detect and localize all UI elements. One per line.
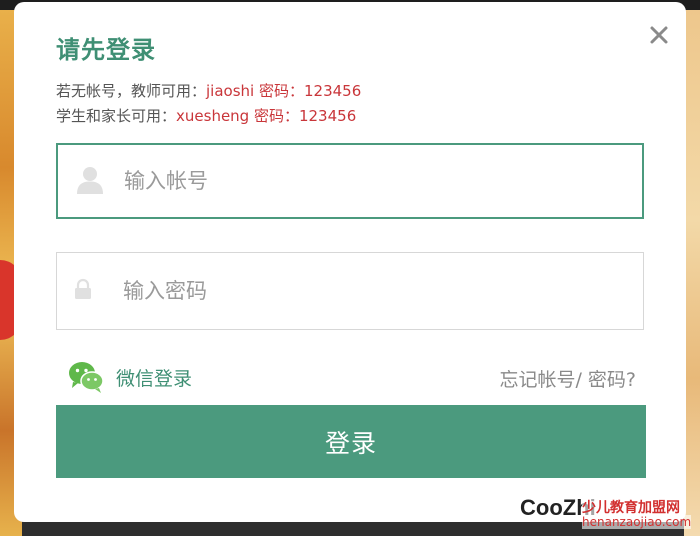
login-button[interactable]: 登录 xyxy=(56,405,646,478)
wechat-login-link[interactable]: 微信登录 xyxy=(56,360,192,394)
password-field[interactable] xyxy=(56,252,644,330)
student-hint-prefix: 学生和家长可用： xyxy=(56,107,177,125)
watermark-url: henanzaojiao.com xyxy=(582,515,692,529)
student-credentials: xuesheng 密码：123456 xyxy=(176,107,357,125)
forgot-credentials-link[interactable]: 忘记帐号/ 密码? xyxy=(499,365,636,392)
modal-title: 请先登录 xyxy=(56,36,156,64)
account-field[interactable] xyxy=(56,143,644,219)
backdrop-illustration-right xyxy=(684,10,700,536)
lock-icon xyxy=(73,278,93,304)
wechat-login-label: 微信登录 xyxy=(116,367,193,390)
watermark-site-name: 少儿教育加盟网 xyxy=(582,497,680,517)
student-account-hint: 学生和家长可用：xuesheng 密码：123456 xyxy=(56,105,356,126)
login-modal: 请先登录 若无帐号，教师可用：jiaoshi 密码：123456 学生和家长可用… xyxy=(14,2,686,522)
close-icon xyxy=(650,26,668,44)
watermark: CooZhi 少儿教育加盟网 henanzaojiao.com xyxy=(520,495,692,529)
teacher-hint-prefix: 若无帐号，教师可用： xyxy=(56,82,207,100)
wechat-icon xyxy=(68,360,104,394)
user-icon xyxy=(74,163,106,199)
password-input[interactable] xyxy=(123,253,623,329)
account-input[interactable] xyxy=(124,145,624,217)
close-button[interactable] xyxy=(644,20,674,50)
teacher-account-hint: 若无帐号，教师可用：jiaoshi 密码：123456 xyxy=(56,80,361,101)
teacher-credentials: jiaoshi 密码：123456 xyxy=(206,82,362,100)
